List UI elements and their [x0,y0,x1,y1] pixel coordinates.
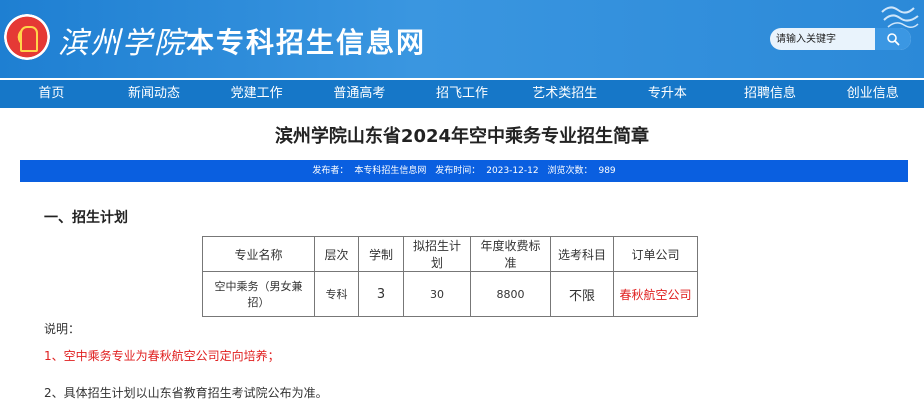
nav-item-entrepreneurship[interactable]: 创业信息 [821,80,924,108]
table-cell-elective-subjects: 不限 [550,271,614,317]
table-cell-planned-quota: 30 [403,271,471,317]
table-cell-level: 专科 [314,271,359,317]
university-calligraphy-logo[interactable]: 滨州学院 [58,18,186,62]
table-row: 空中乘务（男女兼招） 专科 3 30 8800 不限 春秋航空公司 [202,271,698,317]
nav-item-arts-admission[interactable]: 艺术类招生 [513,80,616,108]
table-header-major: 专业名称 [202,236,315,272]
table-header-planned-quota: 拟招生计划 [403,236,471,272]
article-title: 滨州学院山东省2024年空中乘务专业招生简章 [274,126,650,147]
main-navigation: 首页 新闻动态 党建工作 普通高考 招飞工作 艺术类招生 专升本 招聘信息 创业… [0,80,924,108]
table-cell-sponsor-company: 春秋航空公司 [613,271,698,317]
article-meta-bar: 发布者： 本专科招生信息网 发布时间： 2023-12-12 浏览次数： 989 [20,160,908,182]
views-label: 浏览次数： [547,166,593,176]
publisher-label: 发布者： [312,166,349,176]
search-box [770,28,911,50]
table-header-duration: 学制 [358,236,404,272]
nav-item-home[interactable]: 首页 [0,80,103,108]
table-header-annual-fee: 年度收费标准 [470,236,551,272]
views-value: 989 [598,166,616,176]
table-header-elective-subjects: 选考科目 [550,236,614,272]
section-heading: 一、招生计划 [44,210,128,226]
publisher-value: 本专科招生信息网 [354,166,427,176]
table-cell-major: 空中乘务（男女兼招） [202,271,315,317]
search-button[interactable] [875,28,911,50]
publish-time-label: 发布时间： [435,166,481,176]
university-emblem-icon[interactable] [4,14,50,60]
nav-item-party-building[interactable]: 党建工作 [205,80,308,108]
notes-label: 说明： [44,322,81,336]
nav-item-general-admission[interactable]: 普通高考 [308,80,411,108]
table-header-row: 专业名称 层次 学制 拟招生计划 年度收费标准 选考科目 订单公司 [202,236,698,272]
wave-decoration-icon [881,6,919,28]
table-cell-duration: 3 [358,271,404,317]
nav-item-news[interactable]: 新闻动态 [103,80,206,108]
nav-item-upgrade[interactable]: 专升本 [616,80,719,108]
note-item: 2、具体招生计划以山东省教育招生考试院公布为准。 [44,386,328,400]
publish-time-value: 2023-12-12 [486,166,539,176]
table-header-level: 层次 [314,236,359,272]
table-cell-annual-fee: 8800 [470,271,551,317]
table-header-sponsor-company: 订单公司 [613,236,698,272]
nav-item-jobs[interactable]: 招聘信息 [719,80,822,108]
note-item: 1、空中乘务专业为春秋航空公司定向培养； [44,349,280,363]
site-title: 本专科招生信息网 [186,26,427,59]
site-header: 滨州学院 本专科招生信息网 [0,0,924,78]
nav-item-pilot-recruitment[interactable]: 招飞工作 [411,80,514,108]
search-input[interactable] [776,30,876,48]
search-icon [887,33,900,46]
enrollment-plan-table: 专业名称 层次 学制 拟招生计划 年度收费标准 选考科目 订单公司 空中乘务（男… [202,236,698,317]
